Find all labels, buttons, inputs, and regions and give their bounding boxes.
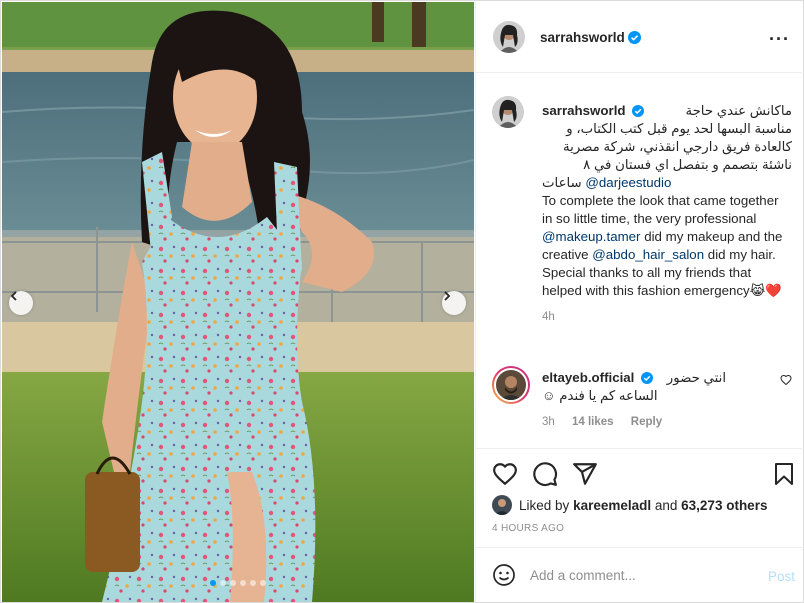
post-photo[interactable] [2,2,474,602]
share-paper-plane-icon[interactable] [572,461,598,487]
comment-like-heart-icon[interactable] [780,374,792,386]
verified-badge-icon [641,372,654,384]
caption-text: sarrahsworld ماكانش عندي حاجة مناسبة الب… [542,102,792,326]
comment-text-line: انتي حضور [666,370,727,385]
comment-text: eltayeb.official انتي حضور الساعه كم يا … [542,369,768,431]
caption-arabic-line: مناسبة البسها لحد يوم قبل كتب الكتاب، و [566,121,792,136]
comment-username[interactable]: eltayeb.official [542,370,634,385]
post-header: sarrahsworld ··· [476,2,804,73]
caption-arabic-line: كالعادة فريق دارجي انقذني، شركة مصرية [562,139,792,154]
comment-meta: 3h 14 likes Reply [542,413,768,431]
avatar[interactable] [493,21,525,53]
likes-count[interactable]: 63,273 others [681,498,767,513]
verified-badge-icon [627,30,641,44]
comment-input[interactable] [530,567,750,583]
carousel-dots [210,580,266,586]
carousel-dot [240,580,246,586]
likes-user[interactable]: kareemeladl [573,498,651,513]
mention-link[interactable]: @makeup.tamer [542,229,641,244]
comments-list[interactable]: sarrahsworld ماكانش عندي حاجة مناسبة الب… [476,74,804,448]
likes-summary[interactable]: Liked by kareemeladl and 63,273 others [492,495,767,515]
carousel-dot [210,580,216,586]
post-side-panel: sarrahsworld ··· sarrahsworld ماكانش عند… [475,2,804,602]
caption-time[interactable]: 4h [542,311,555,323]
caption-meta: 4h [542,308,792,326]
action-bar [476,448,804,498]
likes-prefix: Liked by [519,497,570,513]
mention-link[interactable]: @darjeestudio [585,175,671,190]
comment-likes[interactable]: 14 likes [572,416,614,428]
add-comment-bar: Post [476,547,804,602]
post-timestamp[interactable]: 4 HOURS AGO [492,523,564,534]
caption-english: To complete the look that came together … [542,193,779,226]
save-bookmark-icon[interactable] [772,461,796,487]
avatar[interactable] [492,96,524,128]
carousel-dot [230,580,236,586]
verified-badge-icon [632,105,645,117]
likes-middle: and [651,497,682,513]
post-image [2,2,474,602]
caption-username[interactable]: sarrahsworld [542,103,626,118]
caption-arabic-line: ناشئة بتصمم و بتفصل اي فستان في ٨ [583,157,792,172]
carousel-dot [260,580,266,586]
mention-link[interactable]: @abdo_hair_salon [592,247,704,262]
like-heart-icon[interactable] [492,461,518,487]
avatar [492,495,512,515]
carousel-dot [250,580,256,586]
reply-button[interactable]: Reply [631,416,662,428]
caption-arabic-line: ماكانش عندي حاجة [685,103,792,118]
story-ring[interactable] [492,366,530,404]
post-comment-button[interactable]: Post [768,569,795,584]
avatar [496,370,526,400]
chevron-left-icon [10,291,17,301]
caption-arabic-line: ساعات [542,175,582,190]
post-dialog: sarrahsworld ··· sarrahsworld ماكانش عند… [0,0,804,603]
carousel-prev-button[interactable] [9,291,33,315]
comment-bubble-icon[interactable] [532,461,558,487]
comment-text-line: الساعه كم يا فندم ☺ [542,388,658,403]
ellipsis-icon[interactable]: ··· [769,29,790,50]
carousel-next-button[interactable] [442,291,466,315]
chevron-right-icon [444,291,451,301]
emoji-smiley-icon[interactable] [492,563,516,587]
caption-emoji: 😹❤️ [749,283,782,298]
header-username[interactable]: sarrahsworld [540,30,625,45]
comment-time[interactable]: 3h [542,416,555,428]
carousel-dot [220,580,226,586]
